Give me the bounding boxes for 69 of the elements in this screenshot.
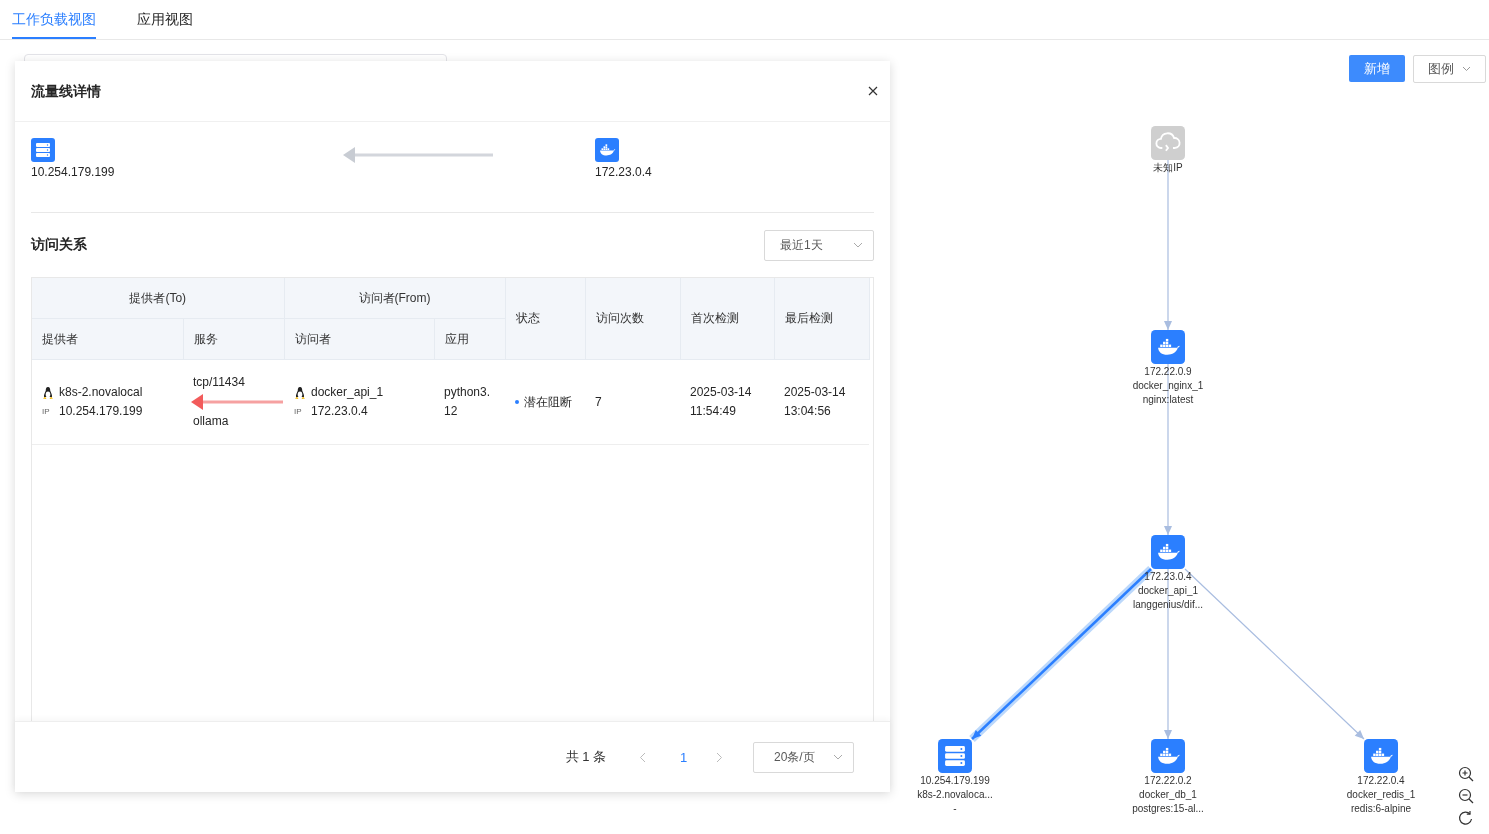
endpoint-label: 172.23.0.4 [595,165,652,179]
whale-icon[interactable] [1151,535,1185,569]
column-group-header: 访问者(From) [284,278,505,319]
node-label: postgres:15-al... [1132,802,1204,816]
tab[interactable]: 工作负载视图 [12,0,96,39]
node-label: - [953,802,957,816]
column-header: 访问次数 [585,278,680,360]
table-cell: 7 [585,359,680,445]
reset-icon[interactable] [1457,809,1475,827]
time-range-dropdown[interactable]: 最近1天 [764,229,874,261]
penguin-icon [294,385,306,400]
node-label: langgenius/dif... [1132,598,1204,612]
total-count: 共 1 条 [565,748,606,766]
close-button[interactable] [866,84,880,98]
column-header: 最后检测 [774,278,869,360]
table-cell: 2025-03-14 11:54:49 [680,359,774,445]
column-group-header: 提供者(To) [32,278,284,319]
node-label: 未知IP [1153,161,1183,175]
zoom-out-icon[interactable] [1457,787,1475,805]
column-header: 访问者 [284,318,434,360]
node-label: 172.23.0.4 [1144,570,1192,584]
column-header: 应用 [434,318,505,360]
chevron-down-icon [853,242,863,248]
penguin-icon [42,385,54,400]
status-text: 潜在阻断 [524,394,572,409]
host-name: k8s-2.novalocal [59,384,143,401]
dialog-title: 流量线详情 [31,81,101,101]
node-label: 10.254.179.199 [920,774,990,788]
legend-dropdown[interactable]: 图例 [1413,55,1486,83]
page-size-dropdown[interactable]: 20条/页 [753,741,854,773]
node-label: docker_redis_1 [1346,788,1416,802]
section-title: 访问关系 [31,236,87,254]
page-button[interactable]: 1 [664,749,703,765]
status-dot [515,400,519,405]
ip-address: 10.254.179.199 [59,403,143,420]
whale-icon[interactable] [1364,739,1398,773]
host-name: docker_api_1 [311,384,384,401]
service-name: ollama [193,413,230,430]
ip-tag: IP [42,402,54,421]
column-header: 提供者 [32,318,183,360]
node-label: 172.22.0.9 [1144,365,1192,379]
arrow-icon [343,146,495,164]
column-header: 服务 [183,318,284,360]
ip-tag: IP [294,402,306,421]
column-header: 状态 [505,278,585,360]
whale-icon[interactable] [1151,739,1185,773]
node-label: docker_db_1 [1139,788,1197,802]
node-label: 172.22.0.4 [1357,774,1405,788]
zoom-in-icon[interactable] [1457,765,1475,783]
endpoint-label: 10.254.179.199 [31,165,116,179]
node-label: docker_api_1 [1137,584,1198,598]
table-cell: 2025-03-14 13:04:56 [774,359,869,445]
node-label: 172.22.0.2 [1144,774,1192,788]
column-header: 首次检测 [680,278,774,360]
whale-icon[interactable] [1151,330,1185,364]
server-icon [31,138,55,162]
whale-icon [595,138,619,162]
ip-address: 172.23.0.4 [311,403,368,420]
node-label: k8s-2.novaloca... [917,788,993,802]
node-label: redis:6-alpine [1350,802,1411,816]
server-icon[interactable] [938,739,972,773]
table-cell: python3.12 [434,359,505,445]
tab[interactable]: 应用视图 [137,0,193,39]
chevron-down-icon [1462,66,1471,72]
connector-arrow[interactable] [1164,159,1172,331]
chevron-down-icon [833,754,843,760]
service-port: tcp/11434 [193,374,246,391]
node-label: docker_nginx_1 [1132,379,1204,393]
node-label: nginx:latest [1142,393,1194,407]
